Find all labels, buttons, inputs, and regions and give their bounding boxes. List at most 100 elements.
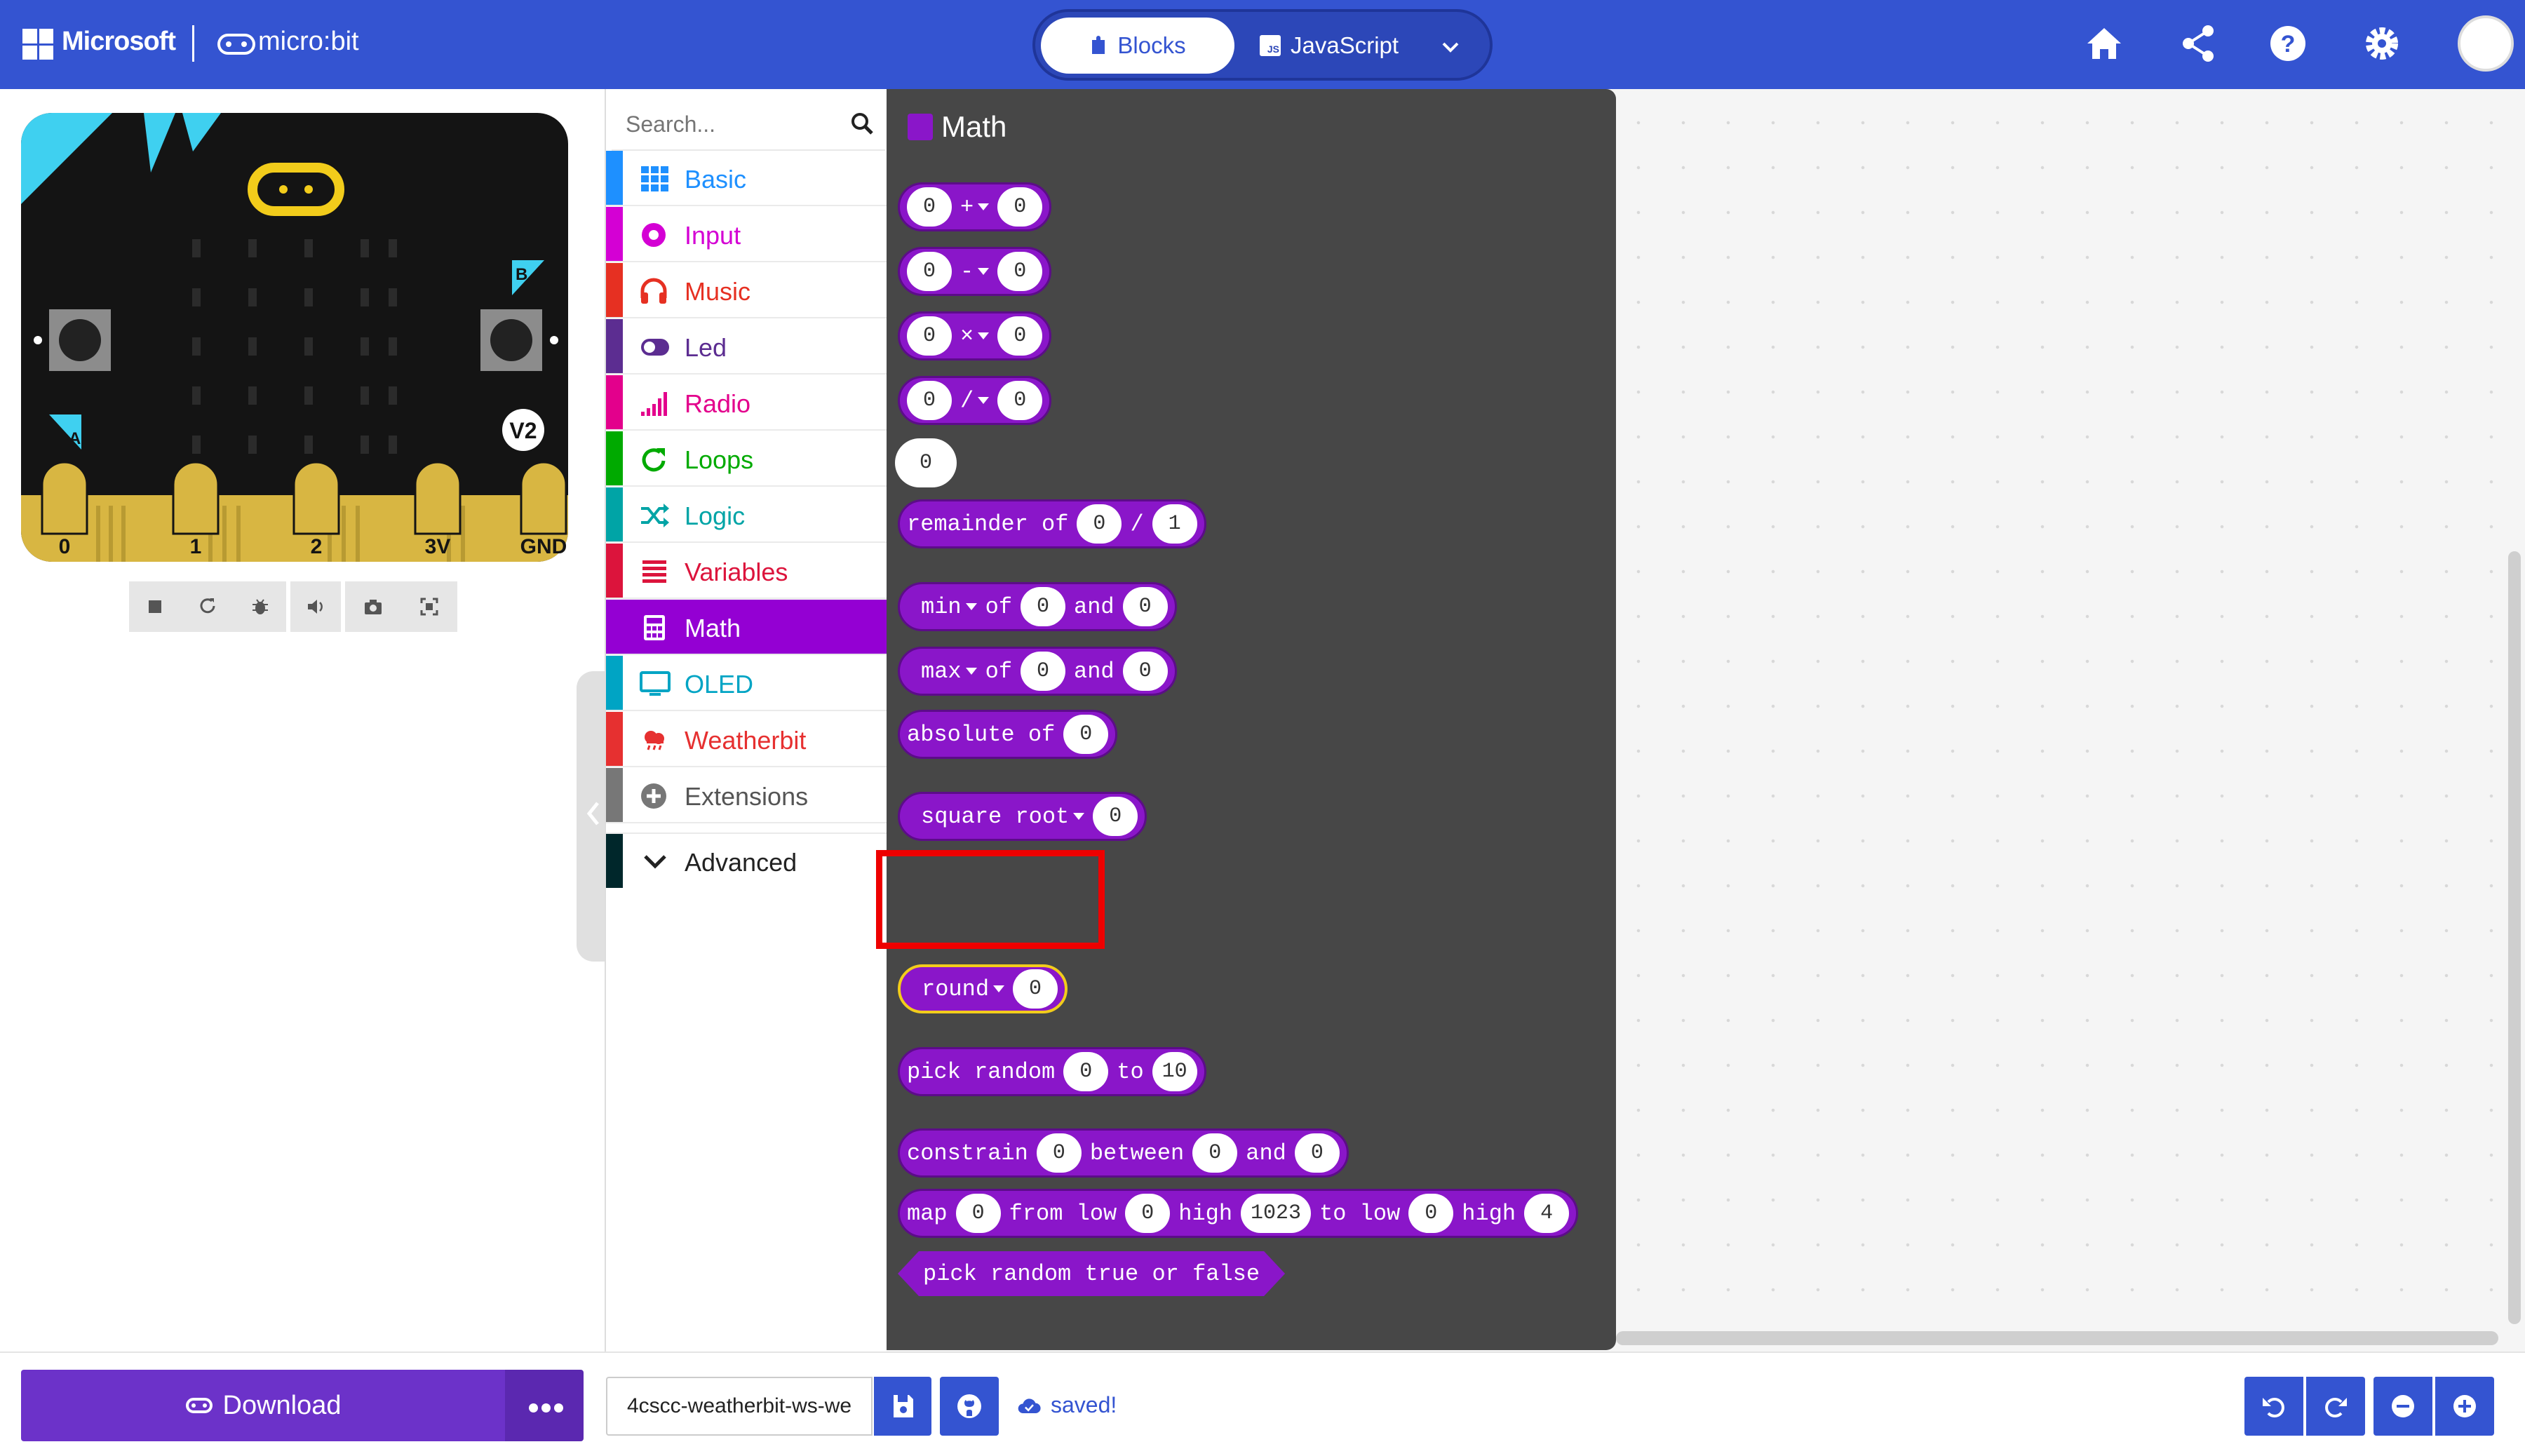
number-slot[interactable]: 0 xyxy=(907,316,952,356)
operator-dropdown[interactable]: × xyxy=(960,323,989,349)
toolbox-category-variables[interactable]: Variables xyxy=(606,544,888,599)
search-icon[interactable] xyxy=(850,112,874,135)
function-dropdown[interactable]: min xyxy=(921,594,977,620)
category-label: Led xyxy=(685,333,727,362)
fullscreen-icon[interactable] xyxy=(419,596,440,617)
toolbox-category-input[interactable]: Input xyxy=(606,207,888,262)
save-button[interactable] xyxy=(874,1377,931,1436)
chevron-down-icon[interactable] xyxy=(1436,33,1464,61)
javascript-icon: JS xyxy=(1260,35,1281,56)
number-slot[interactable]: 0 xyxy=(1063,715,1109,754)
number-slot[interactable]: 0 xyxy=(1122,652,1168,691)
function-dropdown[interactable]: max xyxy=(921,659,977,685)
number-slot[interactable]: 0 xyxy=(1036,1133,1082,1173)
avatar[interactable] xyxy=(2458,15,2514,72)
number-slot[interactable]: 0 xyxy=(1294,1133,1340,1173)
toolbox-category-basic[interactable]: Basic xyxy=(606,151,888,206)
toolbox-category-advanced[interactable]: Advanced xyxy=(606,833,888,888)
zoom-in-button[interactable] xyxy=(2435,1377,2494,1436)
number-slot[interactable]: 0 xyxy=(1122,587,1168,626)
gear-icon[interactable] xyxy=(2361,22,2403,65)
operator-dropdown[interactable]: + xyxy=(960,194,989,220)
category-color-bar xyxy=(606,600,623,654)
home-icon[interactable] xyxy=(2083,22,2125,65)
block-number[interactable]: 0 xyxy=(895,438,957,487)
dot xyxy=(541,1403,551,1413)
microbit-board[interactable]: A B V2 0 1 2 3V GND xyxy=(21,113,568,562)
number-slot[interactable]: 0 xyxy=(1408,1194,1454,1233)
number-slot[interactable]: 1023 xyxy=(1241,1194,1312,1233)
number-slot[interactable]: 0 xyxy=(997,381,1043,420)
workspace-vertical-scrollbar[interactable] xyxy=(2508,551,2521,1324)
search-input[interactable] xyxy=(626,110,836,138)
number-slot[interactable]: 0 xyxy=(1063,1052,1109,1091)
number-slot[interactable]: 0 xyxy=(997,252,1043,291)
block-min[interactable]: min of 0 and 0 xyxy=(898,582,1177,631)
share-icon[interactable] xyxy=(2177,22,2219,65)
toolbox-category-oled[interactable]: OLED xyxy=(606,656,888,711)
download-button[interactable]: Download xyxy=(21,1370,505,1441)
block-constrain[interactable]: constrain 0 between 0 and 0 xyxy=(898,1128,1349,1178)
toolbox-category-music[interactable]: Music xyxy=(606,263,888,318)
block-max[interactable]: max of 0 and 0 xyxy=(898,647,1177,696)
number-slot[interactable]: 0 xyxy=(997,316,1043,356)
puzzle-icon xyxy=(1092,36,1105,54)
help-icon[interactable]: ? xyxy=(2267,22,2309,65)
block-divide[interactable]: 0 / 0 xyxy=(898,376,1052,425)
undo-button[interactable] xyxy=(2244,1377,2303,1436)
category-color-bar xyxy=(606,151,623,205)
toolbox-category-extensions[interactable]: Extensions xyxy=(606,768,888,823)
toolbox-category-led[interactable]: Led xyxy=(606,319,888,375)
github-button[interactable] xyxy=(940,1377,999,1436)
number-slot[interactable]: 4 xyxy=(1524,1194,1570,1233)
function-dropdown[interactable]: square root xyxy=(921,804,1084,830)
stop-icon[interactable] xyxy=(144,596,166,617)
block-absolute[interactable]: absolute of 0 xyxy=(898,710,1118,759)
number-slot[interactable]: 0 xyxy=(1192,1133,1238,1173)
toolbox-category-math[interactable]: Math xyxy=(606,600,888,655)
toolbox-category-radio[interactable]: Radio xyxy=(606,375,888,431)
block-multiply[interactable]: 0 × 0 xyxy=(898,311,1052,360)
workspace-horizontal-scrollbar[interactable] xyxy=(1616,1331,2498,1345)
number-slot[interactable]: 0 xyxy=(955,1194,1001,1233)
block-square-root[interactable]: square root 0 xyxy=(898,792,1147,841)
function-dropdown[interactable]: round xyxy=(922,976,1004,1002)
block-remainder[interactable]: remainder of 0 / 1 xyxy=(898,499,1206,548)
restart-icon[interactable] xyxy=(197,596,218,617)
block-add[interactable]: 0 + 0 xyxy=(898,182,1052,231)
mute-button[interactable] xyxy=(290,581,341,632)
block-subtract[interactable]: 0 - 0 xyxy=(898,247,1052,296)
more-options-button[interactable] xyxy=(505,1370,584,1441)
number-slot[interactable]: 0 xyxy=(907,252,952,291)
block-pick-random-boolean[interactable]: pick random true or false xyxy=(898,1251,1285,1296)
number-slot[interactable]: 0 xyxy=(1093,797,1138,836)
number-slot[interactable]: 10 xyxy=(1152,1052,1197,1091)
redo-button[interactable] xyxy=(2306,1377,2365,1436)
project-name-input[interactable] xyxy=(607,1378,871,1434)
tab-javascript[interactable]: JS JavaScript xyxy=(1260,18,1421,74)
number-slot[interactable]: 0 xyxy=(1013,969,1058,1009)
number-slot[interactable]: 1 xyxy=(1152,504,1197,544)
number-slot[interactable]: 0 xyxy=(1021,587,1066,626)
toolbox-category-weatherbit[interactable]: Weatherbit xyxy=(606,712,888,767)
zoom-out-button[interactable] xyxy=(2374,1377,2432,1436)
number-slot[interactable]: 0 xyxy=(907,381,952,420)
number-slot[interactable]: 0 xyxy=(997,187,1043,227)
camera-icon[interactable] xyxy=(363,596,384,617)
block-round[interactable]: round 0 xyxy=(898,964,1068,1013)
number-slot[interactable]: 0 xyxy=(1077,504,1122,544)
calculator-icon xyxy=(908,114,933,140)
toolbox-category-loops[interactable]: Loops xyxy=(606,431,888,487)
number-slot[interactable]: 0 xyxy=(1125,1194,1171,1233)
operator-dropdown[interactable]: / xyxy=(960,388,989,414)
microbit-brand[interactable]: micro:bit xyxy=(258,27,359,57)
tab-blocks[interactable]: Blocks xyxy=(1041,18,1234,74)
block-map[interactable]: map 0 from low 0 high 1023 to low 0 high… xyxy=(898,1189,1579,1238)
category-color-bar xyxy=(606,768,623,822)
operator-dropdown[interactable]: - xyxy=(960,259,989,285)
debug-icon[interactable] xyxy=(250,596,271,617)
number-slot[interactable]: 0 xyxy=(907,187,952,227)
number-slot[interactable]: 0 xyxy=(1021,652,1066,691)
block-pick-random[interactable]: pick random 0 to 10 xyxy=(898,1047,1206,1096)
toolbox-category-logic[interactable]: Logic xyxy=(606,487,888,543)
